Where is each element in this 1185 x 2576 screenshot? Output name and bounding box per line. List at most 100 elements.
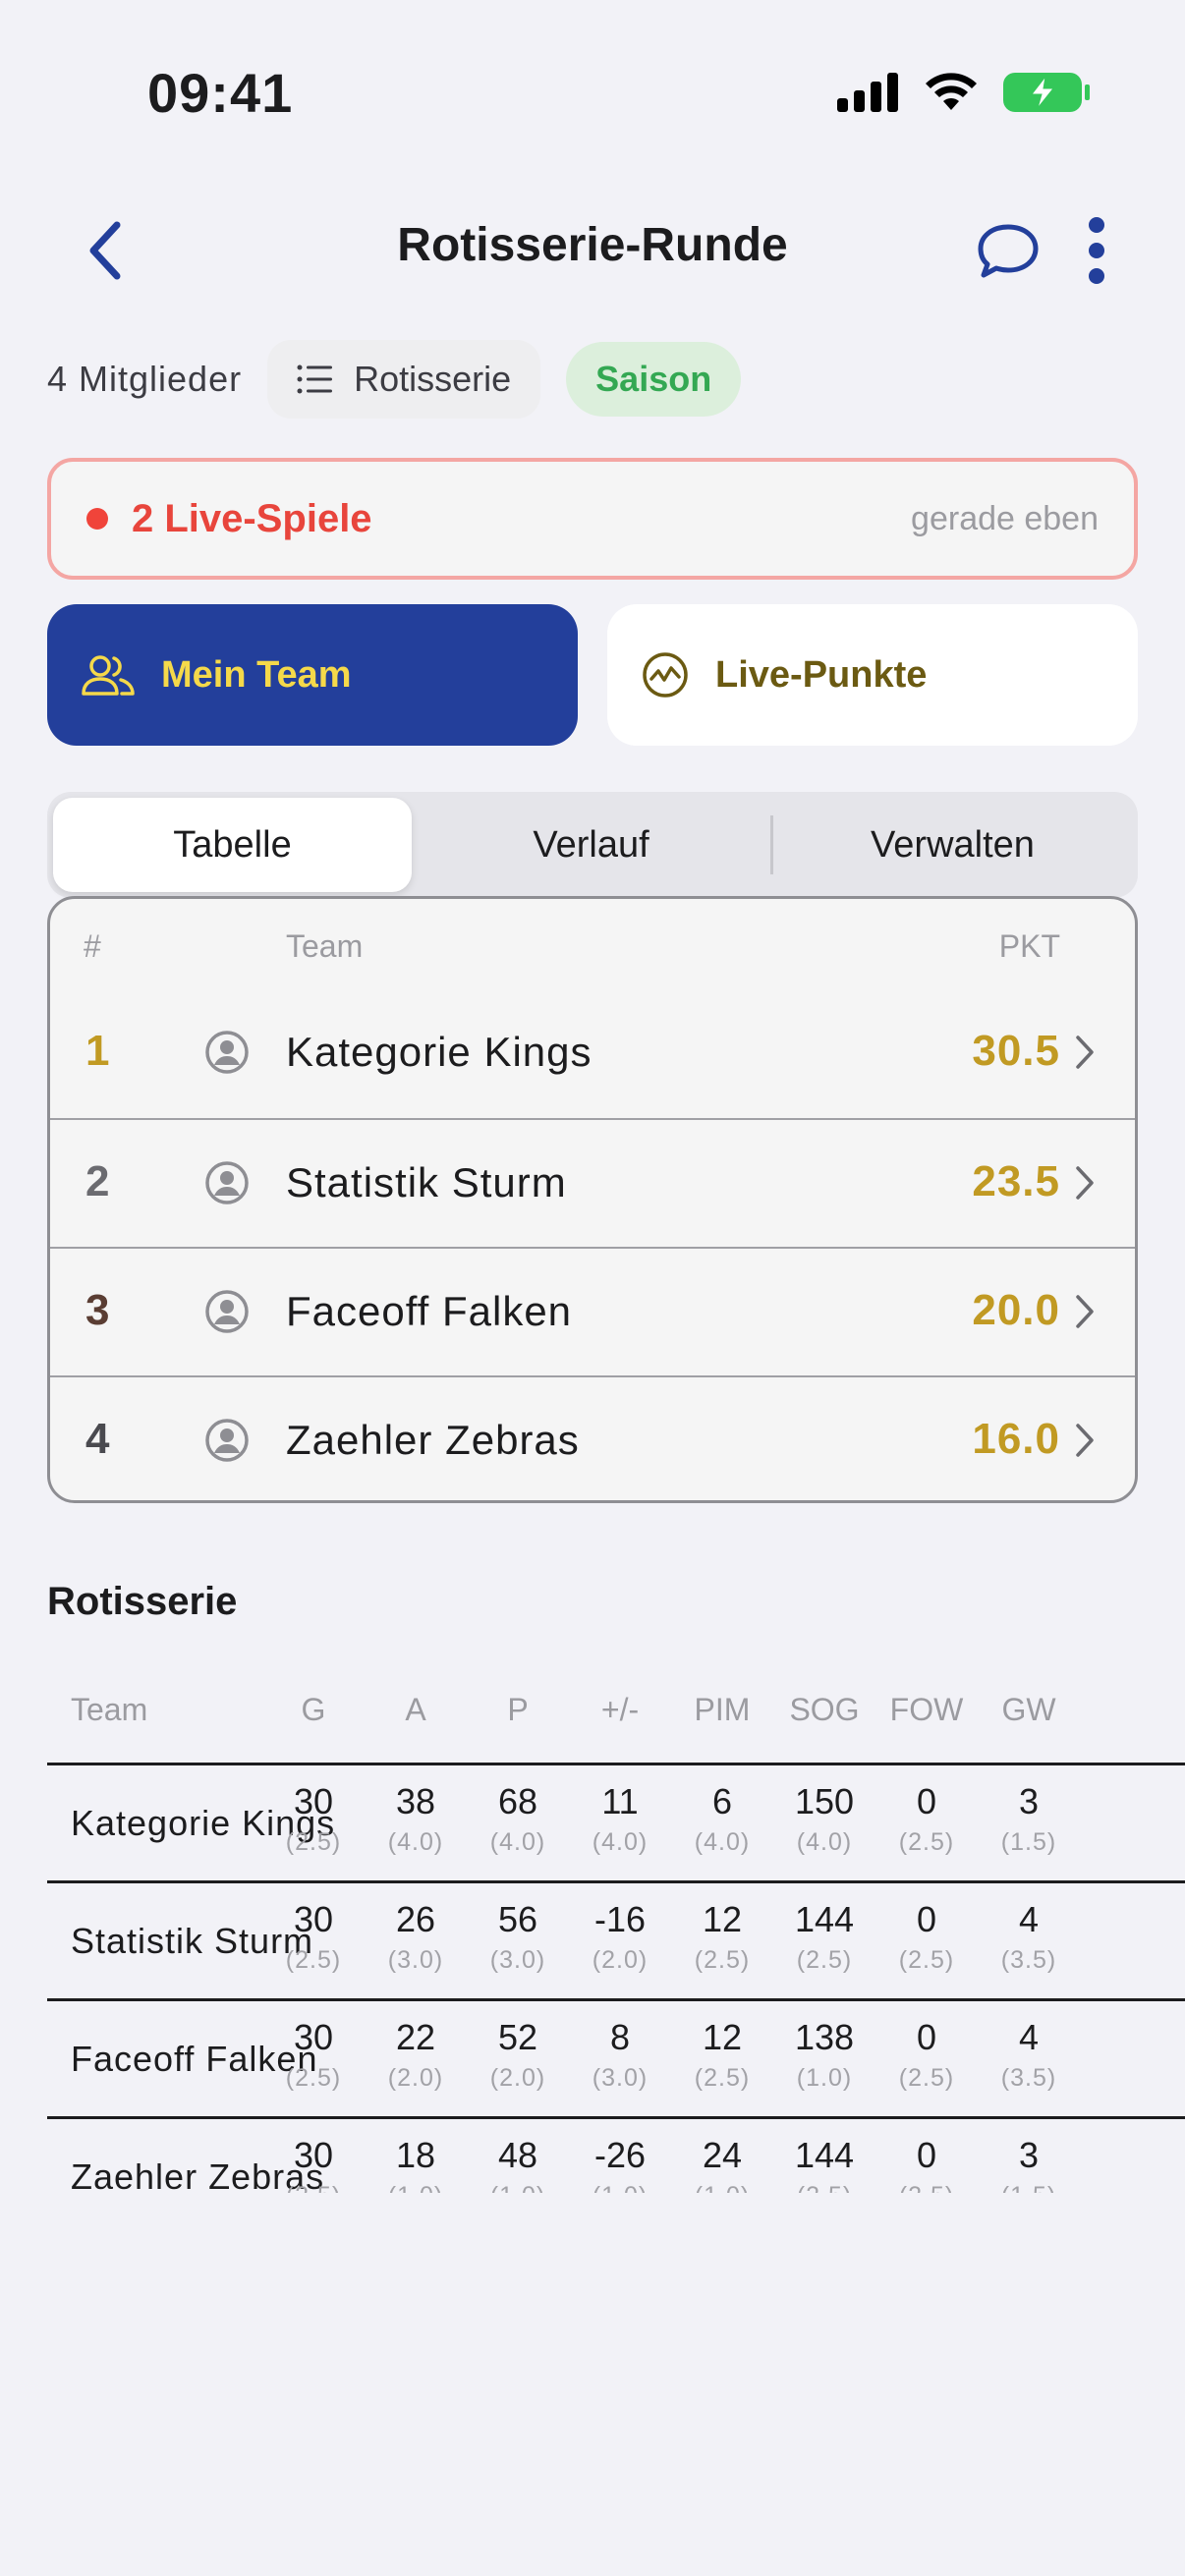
rank-number: 3: [85, 1286, 110, 1334]
stat-rank-points: (2.5): [694, 1946, 751, 1974]
stat-value: 0: [916, 1781, 937, 1821]
live-updated-time: gerade eben: [911, 499, 1099, 537]
chevron-right-icon: [1074, 1423, 1096, 1463]
avatar-icon: [203, 1029, 251, 1081]
team-name: Faceoff Falken: [286, 1288, 573, 1334]
more-options-button[interactable]: [1077, 214, 1116, 287]
tab-segmented-control: Tabelle Verlauf Verwalten: [47, 792, 1138, 898]
stat-rank-points: (2.5): [898, 2064, 955, 2092]
stat-cell: 12 (2.5): [678, 2017, 766, 2093]
stat-value: -16: [593, 1899, 647, 1939]
stat-cell: 3 (1.5): [985, 2135, 1073, 2193]
rank-number: 2: [85, 1157, 110, 1205]
my-team-label: Mein Team: [161, 653, 352, 696]
standings-row[interactable]: 2 Statistik Sturm 23.5: [50, 1118, 1135, 1246]
stat-value: 30: [293, 1899, 334, 1939]
list-icon: [297, 364, 333, 394]
stat-cell: -26 (1.0): [576, 2135, 664, 2193]
action-buttons-row: Mein Team Live-Punkte: [47, 604, 1138, 746]
users-icon: [82, 655, 135, 696]
stat-cell: 30 (2.5): [269, 1899, 358, 1975]
more-vertical-icon: [1089, 217, 1104, 284]
stat-rank-points: (4.0): [489, 1828, 546, 1856]
stat-cell: 38 (4.0): [371, 1781, 460, 1857]
stat-rank-points: (3.5): [1000, 2064, 1057, 2092]
column-header: SOG: [789, 1692, 860, 1727]
member-count: 4 Mitglieder: [47, 359, 243, 399]
stat-rank-points: (2.5): [285, 2064, 342, 2092]
stat-value: 11: [601, 1781, 639, 1821]
activity-circle-icon: [643, 652, 688, 698]
stat-value: 68: [497, 1781, 538, 1821]
stat-cell: 56 (3.0): [474, 1899, 562, 1975]
rank-number: 1: [85, 1027, 110, 1075]
rank-number: 4: [85, 1415, 110, 1463]
stat-cell: 11 (4.0): [576, 1781, 664, 1857]
stat-value: 4: [1018, 1899, 1040, 1939]
stat-value: 0: [916, 2135, 937, 2175]
stat-rank-points: (1.0): [576, 2182, 664, 2193]
scoring-type-label: Rotisserie: [354, 359, 512, 399]
rotisserie-table[interactable]: Team G A P +/- PIM SOG FOW GW Kategorie Kings 30(…: [47, 1682, 1185, 2193]
live-points-button[interactable]: Live-Punkte: [607, 604, 1138, 746]
wifi-icon: [926, 73, 977, 110]
stat-value: 144: [794, 2135, 855, 2175]
stat-rank-points: (2.5): [882, 2182, 971, 2193]
stat-value: 22: [395, 2017, 436, 2057]
scoring-type-chip[interactable]: Rotisserie: [267, 340, 541, 419]
stat-cell: -16 (2.0): [576, 1899, 664, 1975]
stat-rank-points: (2.0): [387, 2064, 444, 2092]
stat-value: 8: [609, 2017, 631, 2057]
stat-value: 12: [702, 1899, 743, 1939]
stat-value: -26: [593, 2135, 647, 2175]
column-header: A: [405, 1692, 426, 1727]
tab-verwalten[interactable]: Verwalten: [773, 798, 1132, 892]
tab-verlauf[interactable]: Verlauf: [412, 798, 770, 892]
header-rank: #: [84, 928, 101, 964]
stat-rank-points: (1.0): [796, 2064, 853, 2092]
standings-row[interactable]: 1 Kategorie Kings 30.5: [50, 989, 1135, 1117]
standings-row[interactable]: 4 Zaehler Zebras 16.0: [50, 1375, 1135, 1500]
stat-value: 26: [395, 1899, 436, 1939]
nav-bar: Rotisserie-Runde: [0, 196, 1185, 305]
stat-value: 56: [497, 1899, 538, 1939]
header-team: Team: [286, 928, 364, 964]
team-name: Zaehler Zebras: [286, 1417, 580, 1463]
stat-rank-points: (4.0): [387, 1828, 444, 1856]
stat-cell: 12 (2.5): [678, 1899, 766, 1975]
stat-cell: 48 (1.0): [474, 2135, 562, 2193]
live-points-label: Live-Punkte: [715, 653, 928, 696]
stat-value: 138: [794, 2017, 855, 2057]
stat-cell: 0 (2.5): [882, 2017, 971, 2093]
column-header: PIM: [694, 1692, 751, 1727]
rotisserie-row: Faceoff Falken 30 (2.5) 22 (2.0) 52 (2.0) 8 (3.0…: [47, 1998, 1185, 2116]
stat-rank-points: (3.5): [1000, 1946, 1057, 1974]
chat-button[interactable]: [969, 216, 1047, 285]
rotisserie-row: Statistik Sturm 30 (2.5) 26 (3.0) 56 (3.0) -16(…: [47, 1880, 1185, 1998]
stat-value: 6: [711, 1781, 733, 1821]
stat-rank-points: (3.0): [592, 2064, 649, 2092]
team-points: 16.0: [972, 1415, 1060, 1463]
stat-value: 30: [293, 1781, 334, 1821]
stat-rank-points: (3.0): [489, 1946, 546, 1974]
stat-value: 150: [794, 1781, 855, 1821]
season-chip[interactable]: Saison: [566, 342, 742, 417]
tab-tabelle[interactable]: Tabelle: [53, 798, 412, 892]
stat-value: 18: [395, 2135, 436, 2175]
my-team-button[interactable]: Mein Team: [47, 604, 578, 746]
rotisserie-row: Kategorie Kings 30 (2.5) 38 (4.0) 68 (4.0) 11 (4…: [47, 1763, 1185, 1880]
stat-value: 0: [916, 2017, 937, 2057]
stat-value: 48: [497, 2135, 538, 2175]
stat-rank-points: (3.0): [387, 1946, 444, 1974]
stat-cell: 4 (3.5): [985, 2017, 1073, 2093]
column-header: G: [301, 1692, 326, 1727]
stat-cell: 144 (2.5): [780, 2135, 869, 2193]
team-name: Kategorie Kings: [286, 1029, 592, 1075]
chevron-right-icon: [1074, 1294, 1096, 1334]
live-games-banner[interactable]: 2 Live-Spiele gerade eben: [47, 458, 1138, 580]
stat-value: 30: [293, 2017, 334, 2057]
column-header: +/-: [600, 1692, 640, 1727]
stat-cell: 8 (3.0): [576, 2017, 664, 2093]
standings-row[interactable]: 3 Faceoff Falken 20.0: [50, 1247, 1135, 1374]
avatar-icon: [203, 1159, 251, 1211]
